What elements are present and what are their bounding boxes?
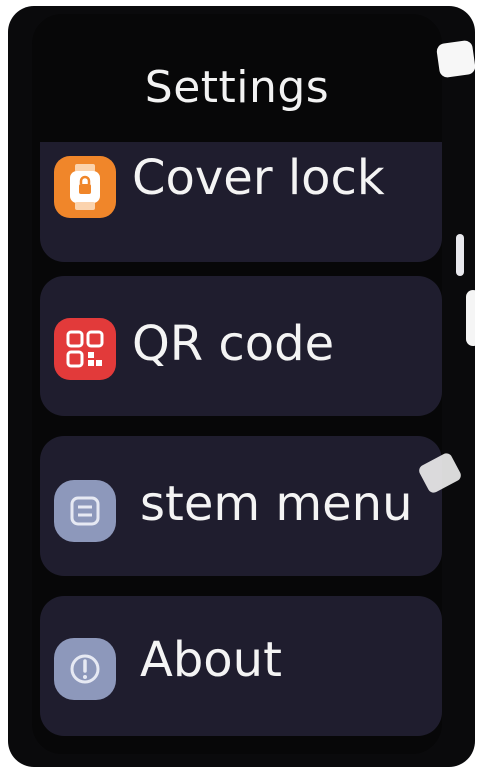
scrollbar[interactable] xyxy=(456,234,464,276)
system-menu-icon xyxy=(54,480,116,542)
menu-item-qr-code[interactable]: QR code xyxy=(40,276,442,416)
screen-glare xyxy=(435,39,475,79)
menu-item-about[interactable]: About xyxy=(40,596,442,736)
page-title: Settings xyxy=(144,62,330,113)
watch-lock-icon xyxy=(54,156,116,218)
side-button[interactable] xyxy=(466,290,475,346)
menu-item-label: About xyxy=(140,632,282,688)
menu-item-label: QR code xyxy=(132,316,335,372)
menu-item-label: Cover lock xyxy=(132,150,385,206)
qr-code-icon xyxy=(54,318,116,380)
menu-item-system-menu[interactable]: stem menu xyxy=(40,436,442,576)
watch-frame: Settings Cover lock QR code stem menu Ab… xyxy=(8,6,475,767)
menu-item-cover-lock[interactable]: Cover lock xyxy=(40,142,442,262)
info-icon xyxy=(54,638,116,700)
watch-screen: Settings Cover lock QR code stem menu Ab… xyxy=(32,14,442,754)
menu-item-label: stem menu xyxy=(140,476,413,532)
